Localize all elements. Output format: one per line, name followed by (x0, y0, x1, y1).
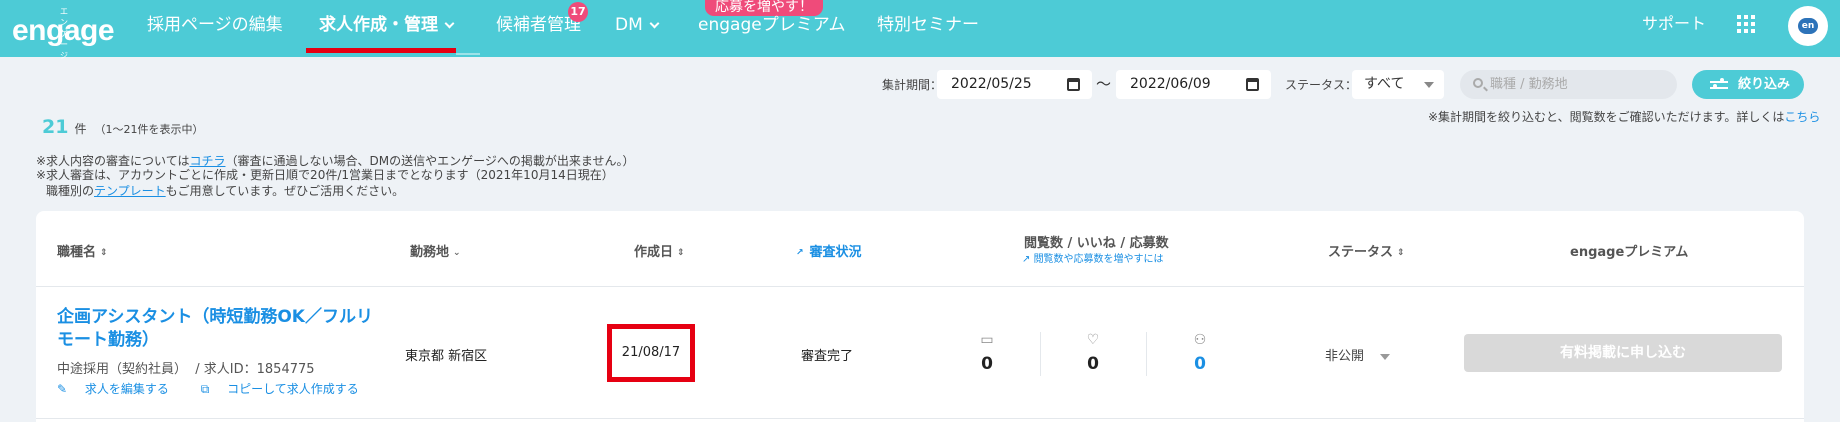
pencil-icon: ✎ (57, 382, 68, 396)
result-count-unit: 件 (74, 122, 87, 136)
likes-stat: ♡ 0 (1063, 332, 1123, 374)
nav-seminar[interactable]: 特別セミナー (877, 0, 979, 53)
views-stat: ▭ 0 (957, 332, 1017, 374)
period-note-link[interactable]: こちら (1784, 110, 1820, 124)
row-divider (36, 286, 1804, 287)
sort-icon: ⇕ (1397, 247, 1405, 258)
period-note: ※集計期間を絞り込むと、閲覧数をご確認いただけます。詳しくはこちら (1428, 110, 1821, 124)
nav-job-management-label: 求人作成・管理 (319, 15, 438, 35)
filter-button[interactable]: 絞り込み (1692, 70, 1804, 99)
top-nav-bar: エンゲージ engage 採用ページの編集 求人作成・管理 候補者管理 17 D… (0, 0, 1840, 60)
edit-job-link[interactable]: ✎ 求人を編集する (57, 382, 183, 396)
header-premium: engageプレミアム (1570, 245, 1689, 260)
apps-grid-icon[interactable] (1737, 15, 1755, 33)
heart-icon: ♡ (1086, 332, 1100, 348)
header-location[interactable]: 勤務地 ⌄ (410, 241, 461, 260)
logo-text: engage (12, 14, 115, 47)
stat-divider (1146, 332, 1147, 376)
device-icon: ▭ (980, 332, 994, 348)
date-from-value: 2022/05/25 (951, 76, 1032, 92)
sliders-icon (1710, 78, 1728, 90)
result-count: 21 件 （1〜21件を表示中） (42, 116, 203, 138)
copy-icon: ⧉ (200, 382, 210, 396)
nav-job-management[interactable]: 求人作成・管理 (319, 0, 455, 53)
views-count: 0 (981, 354, 993, 374)
job-id: / 求人ID：1854775 (195, 362, 315, 377)
external-link-icon: ↗ (1022, 254, 1034, 265)
status-label: ステータス： (1285, 78, 1358, 92)
chevron-down-icon: ⌄ (453, 247, 461, 258)
date-from-input[interactable]: 2022/05/25 (937, 70, 1092, 99)
template-link[interactable]: テンプレート (94, 184, 166, 198)
applications-stat[interactable]: ⚇ 0 (1170, 332, 1230, 374)
calendar-icon[interactable] (1067, 78, 1080, 91)
likes-count: 0 (1087, 354, 1099, 374)
users-icon: ⚇ (1193, 332, 1207, 348)
nav-recruit-page-edit[interactable]: 採用ページの編集 (147, 0, 283, 53)
chevron-down-icon (649, 18, 660, 29)
candidates-count-badge: 17 (568, 2, 588, 22)
status-select-value: すべて (1364, 76, 1405, 92)
copy-job-link[interactable]: ⧉ コピーして求人作成する (201, 382, 373, 396)
active-nav-underline (306, 48, 456, 53)
review-status: 審査完了 (801, 349, 854, 364)
result-count-number: 21 (42, 116, 69, 138)
applications-count: 0 (1194, 354, 1206, 374)
nav-premium[interactable]: engageプレミアム (698, 0, 846, 53)
job-location: 東京都 新宿区 (405, 349, 488, 364)
stats-help-link[interactable]: ↗ 閲覧数や応募数を増やすには (1022, 250, 1164, 265)
header-stats: 閲覧数 / いいね / 応募数 (1024, 236, 1169, 251)
status-select[interactable]: すべて (1352, 70, 1444, 99)
avatar[interactable]: en (1788, 6, 1828, 46)
search-placeholder: 職種 / 勤務地 (1490, 77, 1568, 92)
created-date-highlighted: 21/08/17 (607, 324, 695, 382)
premium-apply-button[interactable]: 有料掲載に申し込む (1464, 334, 1782, 372)
job-meta: 中途採用（契約社員） / 求人ID：1854775 (57, 358, 315, 377)
job-status-select[interactable]: 非公開 (1325, 345, 1391, 364)
result-count-range: （1〜21件を表示中） (94, 123, 204, 136)
date-to-input[interactable]: 2022/06/09 (1116, 70, 1271, 99)
chevron-down-icon (444, 18, 455, 29)
sort-icon: ⇕ (100, 247, 108, 258)
job-title-link[interactable]: 企画アシスタント（時短勤務OK／フルリモート勤務） (57, 306, 377, 352)
header-created[interactable]: 作成日 ⇕ (634, 241, 685, 260)
external-link-icon: ↗ (796, 247, 804, 258)
search-icon (1473, 78, 1483, 88)
caret-down-icon (1380, 353, 1391, 360)
row-divider (36, 418, 1804, 419)
employment-type: 中途採用（契約社員） (57, 362, 188, 377)
header-review[interactable]: ↗ 審査状況 (796, 241, 862, 260)
header-status[interactable]: ステータス ⇕ (1328, 241, 1405, 260)
avatar-logo: en (1798, 18, 1818, 34)
date-to-value: 2022/06/09 (1130, 76, 1211, 92)
review-limit-note: ※求人審査は、アカウントごとに作成・更新日順で20件/1営業日までとなります（2… (36, 168, 614, 182)
stat-divider (1040, 332, 1041, 376)
date-separator: 〜 (1096, 75, 1112, 93)
template-note: 職種別のテンプレートもご用意しています。ぜひご活用ください。 (46, 184, 405, 198)
nav-dm-label: DM (615, 15, 643, 35)
header-job-title[interactable]: 職種名 ⇕ (57, 241, 108, 260)
filter-button-label: 絞り込み (1738, 77, 1791, 92)
job-actions: ✎ 求人を編集する ⧉ コピーして求人作成する (57, 380, 387, 397)
search-input[interactable]: 職種 / 勤務地 (1460, 70, 1677, 99)
calendar-icon[interactable] (1246, 78, 1259, 91)
nav-dm[interactable]: DM (615, 0, 660, 53)
job-status-value: 非公開 (1325, 349, 1365, 364)
nav-underline-extension (456, 53, 480, 55)
period-label: 集計期間： (882, 78, 943, 92)
support-link[interactable]: サポート (1642, 0, 1706, 48)
sort-icon: ⇕ (677, 247, 685, 258)
caret-down-icon (1424, 82, 1434, 88)
